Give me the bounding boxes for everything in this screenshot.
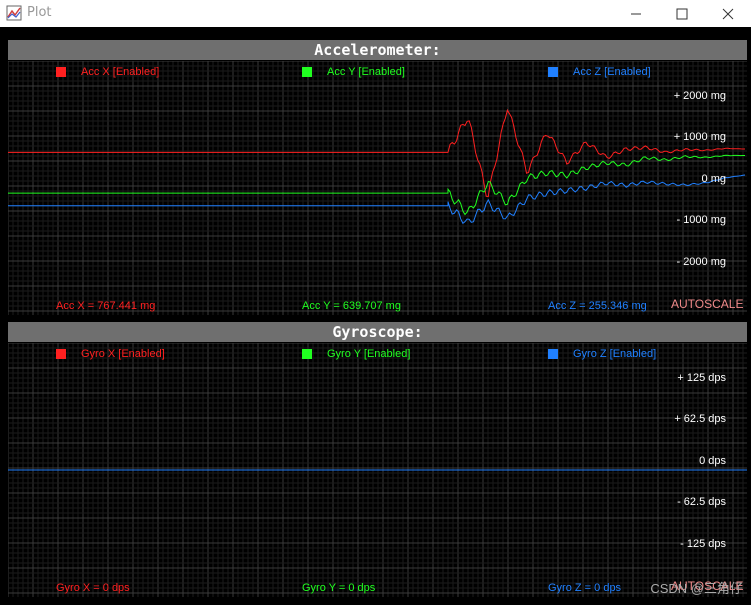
gyro-tick: - 125 dps (680, 538, 726, 550)
gyro-y-readout: Gyro Y = 0 dps (302, 582, 376, 594)
legend-label: Gyro Y [Enabled] (327, 348, 411, 360)
accelerometer-title: Accelerometer: (8, 40, 747, 60)
legend-label: Acc Z [Enabled] (573, 66, 651, 78)
legend-swatch (56, 349, 66, 359)
legend-swatch (302, 349, 312, 359)
legend-acc-x[interactable]: Acc X [Enabled] (56, 66, 159, 78)
legend-swatch (56, 67, 66, 77)
minimize-button[interactable] (613, 0, 659, 27)
legend-label: Acc Y [Enabled] (327, 66, 405, 78)
acc-tick: - 2000 mg (676, 256, 726, 268)
acc-x-readout: Acc X = 767.441 mg (56, 300, 156, 312)
maximize-icon (676, 8, 688, 19)
legend-gyro-x[interactable]: Gyro X [Enabled] (56, 348, 165, 360)
watermark: CSDN @三角仔 (650, 581, 743, 596)
gyroscope-title: Gyroscope: (8, 322, 747, 342)
gyro-z-readout: Gyro Z = 0 dps (548, 582, 622, 594)
gyro-x-readout: Gyro X = 0 dps (56, 582, 130, 594)
gyro-tick: - 62.5 dps (677, 496, 726, 508)
acc-y-readout: Acc Y = 639.707 mg (302, 300, 401, 312)
legend-label: Acc X [Enabled] (81, 66, 160, 78)
legend-label: Gyro Z [Enabled] (573, 348, 657, 360)
gyro-tick: + 62.5 dps (674, 413, 726, 425)
close-icon (722, 8, 734, 19)
acc-tick: 0 mg (701, 173, 726, 185)
gyro-tick: + 125 dps (677, 372, 726, 384)
legend-swatch (302, 67, 312, 77)
acc-z-readout: Acc Z = 255.346 mg (548, 300, 647, 312)
window-title: Plot (27, 5, 52, 20)
legend-acc-z[interactable]: Acc Z [Enabled] (548, 66, 651, 78)
minimize-icon (631, 13, 641, 14)
legend-swatch (548, 349, 558, 359)
legend-acc-y[interactable]: Acc Y [Enabled] (302, 66, 405, 78)
acc-tick: + 2000 mg (673, 90, 726, 102)
chart-icon (6, 5, 22, 21)
maximize-button[interactable] (659, 0, 705, 27)
legend-gyro-z[interactable]: Gyro Z [Enabled] (548, 348, 656, 360)
acc-tick: + 1000 mg (673, 131, 726, 143)
legend-swatch (548, 67, 558, 77)
window-titlebar: Plot (0, 0, 751, 27)
close-button[interactable] (705, 0, 751, 27)
acc-autoscale-button[interactable]: AUTOSCALE (671, 297, 743, 311)
legend-label: Gyro X [Enabled] (81, 348, 165, 360)
acc-tick: - 1000 mg (676, 214, 726, 226)
legend-gyro-y[interactable]: Gyro Y [Enabled] (302, 348, 410, 360)
gyro-tick: 0 dps (699, 455, 726, 467)
